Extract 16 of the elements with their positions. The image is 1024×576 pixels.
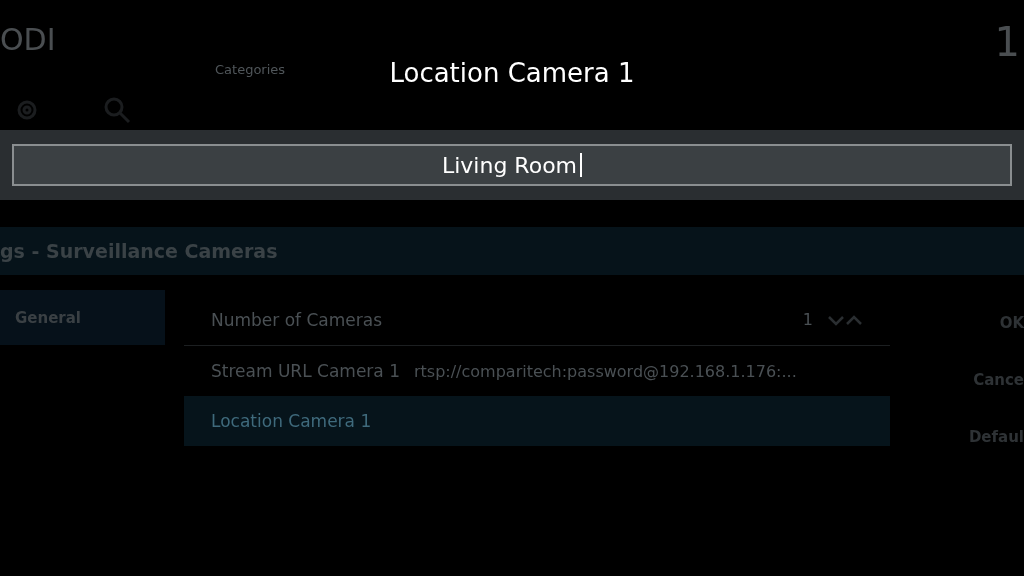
setting-label: Number of Cameras — [211, 309, 383, 330]
setting-row[interactable]: Number of Cameras 1 — [184, 294, 890, 346]
input-field[interactable]: Living Room — [12, 144, 1012, 186]
setting-row[interactable]: Location Camera 1 — [184, 396, 890, 446]
category-tab[interactable]: Categories — [215, 62, 286, 77]
setting-row[interactable]: Stream URL Camera 1 rtsp://comparitech:password@192.168.1.176:... — [184, 346, 890, 396]
setting-label: Stream URL Camera 1 — [211, 361, 400, 381]
text-cursor — [580, 153, 583, 177]
setting-value: 1 — [802, 310, 813, 329]
dialog-title: Location Camera 1 — [389, 57, 635, 90]
setting-value: rtsp://comparitech:password@192.168.1.176:... — [414, 361, 797, 381]
app-logo: ODI — [0, 22, 57, 58]
search-icon[interactable] — [102, 95, 132, 125]
setting-label: Location Camera 1 — [211, 411, 372, 431]
spinner-arrows-icon[interactable] — [827, 313, 863, 326]
clock-text: 1 — [994, 22, 1020, 62]
